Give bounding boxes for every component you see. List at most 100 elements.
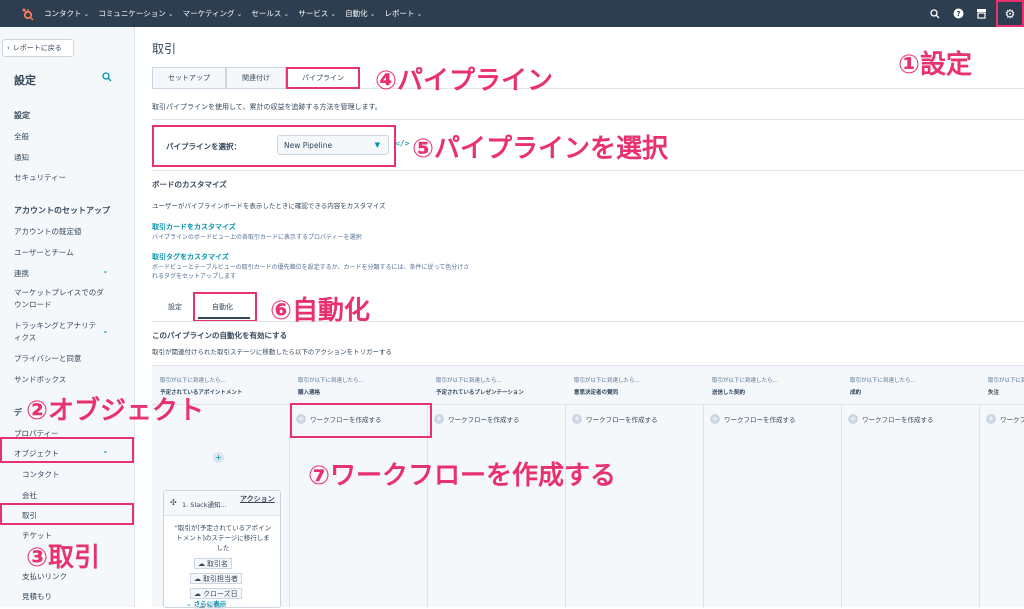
nav-contacts[interactable]: コンタクト ⌄ [44, 8, 89, 19]
nav-sales[interactable]: セールス ⌄ [251, 8, 289, 19]
stage-header: 取引が以下に到達したら... 予定されているプレゼンテーション [428, 366, 566, 405]
annotation-objects: ②オブジェクト [26, 396, 205, 426]
stage-prefix: 取引が以下に到達したら... [298, 378, 364, 384]
plus-icon: + [572, 414, 582, 424]
pipeline-select[interactable]: New Pipeline ▼ [277, 135, 389, 155]
caret-down-icon: ▼ [374, 141, 380, 149]
annotation-pipeline: ④パイプライン [375, 66, 554, 96]
workflow-card-action-menu[interactable]: アクション [240, 495, 275, 504]
workflow-card-header: ✣ 1. Slack通知... アクション [164, 491, 280, 516]
chevron-down-icon: ⌄ [369, 9, 376, 18]
sidebar-item-notifications[interactable]: 通知 [14, 152, 29, 163]
svg-text:?: ? [956, 10, 960, 18]
sidebar-item-quotes[interactable]: 見積もり [22, 591, 52, 602]
pipeline-select-value: New Pipeline [284, 140, 333, 150]
sidebar-item-users-teams[interactable]: ユーザーとチーム [14, 247, 74, 258]
tab-setup[interactable]: セットアップ [152, 67, 226, 89]
sidebar-item-sandboxes[interactable]: サンドボックス [14, 374, 66, 385]
workflow-card[interactable]: ✣ 1. Slack通知... アクション "取引が[予定されているアポイントメ… [163, 490, 281, 609]
settings-gear-button[interactable]: ⚙ [996, 0, 1024, 27]
annotation-settings: ①設定 [898, 50, 973, 80]
stage-header: 取引が以下に到達したら... 送信した契約 [704, 366, 842, 405]
stage-name: 成約 [850, 390, 862, 396]
stage-name: 予定されているプレゼンテーション [436, 390, 524, 396]
search-icon[interactable] [102, 72, 112, 85]
stage-prefix: 取引が以下に到達したら... [712, 378, 778, 384]
create-workflow-button[interactable]: +ワークフローを作成する [434, 414, 520, 424]
hubspot-logo-icon[interactable] [16, 3, 38, 25]
tab-associations[interactable]: 関連付け [226, 67, 286, 89]
automation-heading: このパイプラインの自動化を有効にする [152, 331, 288, 340]
nav-communications[interactable]: コミュニケーション ⌄ [98, 8, 173, 19]
back-to-reports-button[interactable]: ‹ レポートに戻る [2, 39, 74, 57]
slack-token-icon: ☁ [194, 589, 201, 598]
chevron-down-icon[interactable]: ⌄ [102, 326, 109, 335]
create-workflow-button[interactable]: +ワークフローを作成する [848, 414, 934, 424]
divider [152, 170, 1024, 171]
sidebar-item-tracking-analytics[interactable]: トラッキングとアナリティクス [14, 320, 100, 344]
marketplace-icon[interactable] [970, 3, 992, 25]
stage-column: 取引が以下に到達したら... 失注 +ワークフローを作成する [980, 366, 1024, 608]
stage-name: 意思決定者の賛同 [574, 390, 619, 396]
customize-deal-cards-link[interactable]: 取引カードをカスタマイズ [152, 222, 236, 232]
chevron-left-icon: ‹ [7, 44, 10, 52]
slack-token-icon: ☁ [194, 574, 201, 583]
gear-icon: ⚙ [1004, 6, 1016, 21]
sidebar-item-security[interactable]: セキュリティー [14, 172, 66, 183]
stage-prefix: 取引が以下に到達したら... [988, 378, 1024, 384]
help-icon[interactable]: ? [947, 3, 969, 25]
stage-name: 失注 [988, 390, 1000, 396]
tab-pipelines[interactable]: パイプライン [286, 67, 360, 89]
stage-header: 取引が以下に到達したら... 意思決定者の賛同 [566, 366, 704, 405]
chevron-down-icon: ⌄ [330, 9, 337, 18]
stage-column: 取引が以下に到達したら... 成約 + ワークフローを作成する [842, 366, 980, 608]
create-workflow-highlight-box [290, 403, 432, 438]
page-title: 取引 [152, 42, 177, 56]
object-tabs: セットアップ 関連付け パイプライン [152, 67, 360, 89]
sidebar-item-deals[interactable]: 取引 [22, 510, 37, 521]
customize-deal-tags-link[interactable]: 取引タグをカスタマイズ [152, 252, 229, 262]
sidebar-item-privacy-consent[interactable]: プライバシーと同意 [14, 353, 81, 364]
create-workflow-button[interactable]: +ワークフローを作成する [572, 414, 658, 424]
annotation-deals: ③取引 [26, 543, 101, 573]
automation-desc: 取引が関連付けられた取引ステージに移動したら以下のアクションをトリガーする [152, 348, 393, 356]
stage-header: 取引が以下に到達したら... 購入適格 [290, 366, 428, 405]
pipeline-selector-box: パイプラインを選択： New Pipeline ▼ [152, 125, 396, 167]
annotation-create-workflow: ⑦ワークフローを作成する [308, 461, 617, 491]
nav-marketing[interactable]: マーケティング ⌄ [183, 8, 243, 19]
sidebar-item-objects[interactable]: オブジェクト [14, 448, 59, 459]
chevron-down-icon[interactable]: ⌄ [102, 266, 109, 275]
annotation-automation: ⑥自動化 [270, 296, 371, 326]
chevron-down-icon: ⌄ [283, 9, 290, 18]
sidebar-section-data-management: デ [14, 408, 22, 417]
sidebar-section-settings: 設定 [14, 111, 30, 120]
customize-deal-tags-desc: ボードビューとテーブルビューの取引カードの優先順位を設定するか、カードを分類する… [152, 264, 470, 280]
create-workflow-button[interactable]: +ワークフローを作成する [710, 414, 796, 424]
nav-service[interactable]: サービス ⌄ [298, 8, 336, 19]
sidebar-title: 設定 [14, 74, 36, 87]
create-workflow-button[interactable]: +ワークフローを作成する [986, 414, 1024, 424]
customize-deal-cards-desc: パイプラインのボードビュー上の各取引カードに表示するプロパティーを選択 [152, 234, 362, 241]
sidebar-item-general[interactable]: 全般 [14, 131, 29, 142]
stage-column: 取引が以下に到達したら... 送信した契約 + ワークフローを作成する [704, 366, 842, 608]
embed-code-icon[interactable]: </> [395, 139, 409, 148]
nav-reports[interactable]: レポート ⌄ [385, 8, 423, 19]
chevron-down-icon[interactable]: ⌄ [102, 446, 109, 455]
subtab-automation[interactable]: 自動化 [212, 302, 233, 312]
stage-name: 送信した契約 [712, 390, 746, 396]
stage-prefix: 取引が以下に到達したら... [574, 378, 640, 384]
sidebar-item-marketplace-downloads[interactable]: マーケットプレイスでのダウンロード [14, 287, 104, 311]
chevron-down-icon: ⌄ [416, 9, 423, 18]
sidebar-item-contacts[interactable]: コンタクト [22, 469, 60, 480]
search-icon[interactable] [924, 3, 946, 25]
subtab-settings[interactable]: 設定 [168, 302, 182, 312]
sidebar-item-integrations[interactable]: 連携 [14, 268, 29, 279]
pipeline-select-label: パイプラインを選択： [166, 142, 241, 151]
nav-automation[interactable]: 自動化 ⌄ [345, 8, 375, 19]
sidebar-item-account-defaults[interactable]: アカウントの既定値 [14, 226, 82, 237]
drag-handle-icon[interactable]: ✣ [170, 498, 177, 507]
token-deal-owner: ☁ 取引担当者 [190, 573, 242, 584]
sidebar-item-companies[interactable]: 会社 [22, 490, 37, 501]
stage-prefix: 取引が以下に到達したら... [160, 378, 226, 384]
add-action-icon[interactable]: + [213, 452, 224, 463]
